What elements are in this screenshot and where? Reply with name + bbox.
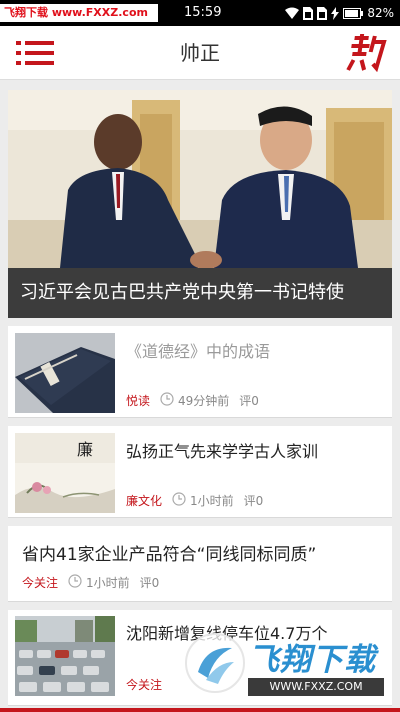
news-meta: 今关注 (126, 676, 172, 693)
sim-icon (317, 6, 328, 20)
news-title: 省内41家企业产品符合“同线同标同质” (22, 545, 317, 565)
wifi-icon (285, 7, 300, 19)
comment-count: 评0 (239, 394, 259, 408)
parking-lot-thumbnail (15, 616, 115, 696)
hero-photo (8, 90, 392, 268)
charging-icon (331, 6, 340, 20)
lian-painting-thumbnail: 廉 (15, 433, 115, 513)
category-tag: 今关注 (22, 576, 59, 590)
category-tag: 悦读 (126, 394, 151, 408)
news-meta: 悦读 49分钟前 评0 (126, 392, 259, 409)
news-meta: 廉文化 1小时前 评0 (126, 492, 263, 509)
news-title: 弘扬正气先来学学古人家训 (126, 442, 319, 461)
clock-icon (172, 492, 186, 509)
news-card[interactable]: 廉 弘扬正气先来学学古人家训 廉文化 1小时前 评0 (8, 426, 392, 518)
comment-count: 评0 (139, 576, 160, 590)
category-tag: 廉文化 (126, 494, 163, 508)
news-card[interactable]: 省内41家企业产品符合“同线同标同质” 今关注 1小时前 评0 (8, 526, 392, 602)
category-tag: 今关注 (126, 678, 163, 692)
app-bar: 帅正 (0, 26, 400, 80)
news-card[interactable]: 《道德经》中的成语 悦读 49分钟前 评0 (8, 326, 392, 418)
news-title: 《道德经》中的成语 (126, 342, 271, 361)
hero-banner[interactable]: 习近平会见古巴共产党中央第一书记特使 (8, 90, 392, 318)
comment-count: 评0 (243, 494, 264, 508)
battery-icon (343, 7, 364, 19)
clock-icon (68, 574, 82, 591)
clock-icon (160, 392, 174, 409)
hero-caption: 习近平会见古巴共产党中央第一书记特使 (8, 268, 392, 318)
news-meta: 今关注 1小时前 评0 (22, 574, 159, 591)
publish-time: 1小时前 (86, 576, 130, 590)
news-card[interactable]: 沈阳新增复线停车位4.7万个 今关注 (8, 610, 392, 706)
publish-time: 1小时前 (190, 494, 234, 508)
painting-character: 廉 (77, 440, 93, 459)
watermark-banner: 飞翔下载 www.FXXZ.com (0, 4, 158, 22)
brand-logo-icon (345, 32, 390, 81)
book-thumbnail (15, 333, 115, 413)
status-bar: 飞翔下载 www.FXXZ.com 15:59 82% (0, 0, 400, 26)
publish-time: 49分钟前 (178, 394, 230, 408)
status-icons: 82% (285, 3, 394, 23)
news-title: 沈阳新增复线停车位4.7万个 (126, 624, 328, 643)
page-title: 帅正 (180, 41, 220, 65)
bottom-accent-strip (0, 708, 400, 712)
menu-icon[interactable] (16, 39, 56, 67)
status-time: 15:59 (184, 5, 222, 20)
sim-icon (303, 6, 314, 20)
battery-percent: 82% (367, 6, 394, 20)
